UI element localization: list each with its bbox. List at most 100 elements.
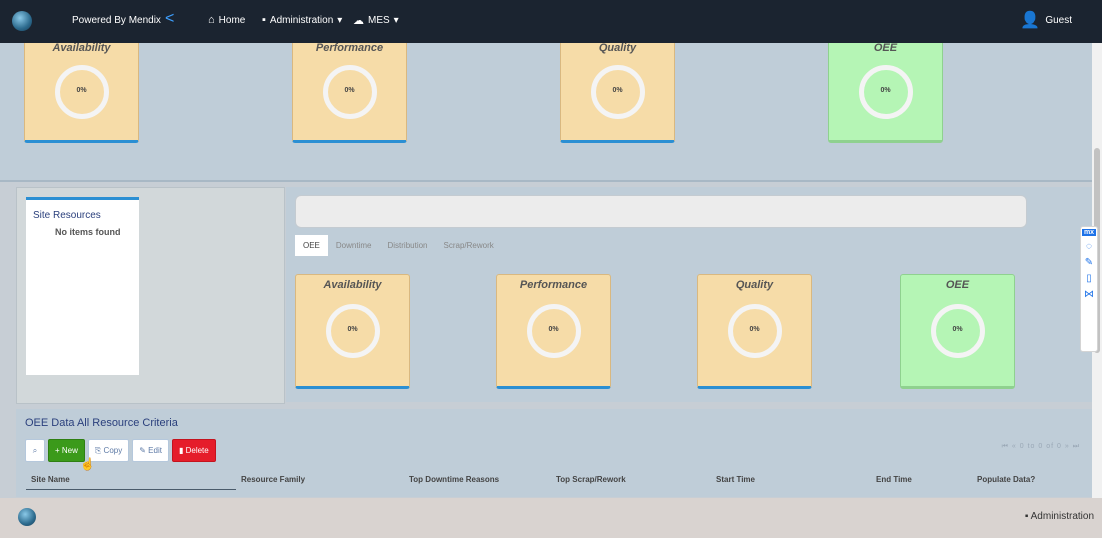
metric-card: Quality 0% <box>697 274 812 389</box>
gauge-ring: 0% <box>727 304 782 358</box>
gauge-ring: 0% <box>54 65 109 119</box>
metric-card: Performance 0% <box>496 274 611 389</box>
gauge-ring: 0% <box>590 65 645 119</box>
metric-title: Performance <box>519 279 588 291</box>
next-page-icon[interactable]: » <box>1065 443 1070 450</box>
nav-administration[interactable]: ▪ Administration ▾ <box>262 14 342 26</box>
sort-underline <box>26 489 236 490</box>
column-header[interactable]: End Time <box>876 475 912 484</box>
copy-label: Copy <box>103 446 123 455</box>
site-resources-panel: Site Resources No items found <box>16 187 285 404</box>
caret-down-icon: ▾ <box>337 14 343 26</box>
top-navbar: Powered By Mendix < ⌂ Home ▪ Administrat… <box>0 0 1102 43</box>
phone-icon[interactable]: ▯ <box>1081 273 1097 284</box>
home-icon: ⌂ <box>208 14 215 26</box>
pager: ⏮ « 0 to 0 of 0 » ⏭ <box>1002 443 1080 451</box>
new-label: New <box>61 446 78 455</box>
gauge-ring: 0% <box>325 304 380 358</box>
metric-title: Performance <box>315 43 384 54</box>
metric-card: Availability 0% <box>295 274 410 389</box>
mendix-logo[interactable] <box>18 508 36 526</box>
metric-title: Availability <box>52 43 111 54</box>
metric-tabs: OEE Downtime Distribution Scrap/Rework <box>295 235 502 256</box>
tab-downtime[interactable]: Downtime <box>328 235 380 256</box>
delete-button[interactable]: ▮ Delete <box>171 439 216 462</box>
mendix-dev-toolbar: mx ◌ ✎ ▯ ⋈ <box>1080 226 1098 352</box>
gauge-value: 0% <box>612 87 623 94</box>
column-header[interactable]: Resource Family <box>241 475 305 484</box>
caret-down-icon: ▾ <box>393 15 399 26</box>
nav-home-label: Home <box>218 14 246 26</box>
column-header[interactable]: Site Name <box>31 475 70 484</box>
pager-label: 0 to 0 of 0 <box>1019 443 1062 450</box>
metric-card-oee: OEE 0% <box>828 43 943 143</box>
metric-card: Availability 0% <box>24 43 139 143</box>
metric-title: Availability <box>323 279 382 291</box>
back-button[interactable]: < <box>165 10 174 28</box>
tab-scrap-rework[interactable]: Scrap/Rework <box>436 235 502 256</box>
trash-icon: ▮ <box>178 446 186 455</box>
gauge-value: 0% <box>548 326 559 333</box>
oee-data-grid: OEE Data All Resource Criteria ⌕ + New ⎘… <box>16 409 1092 497</box>
tab-distribution[interactable]: Distribution <box>379 235 435 256</box>
gauge-value: 0% <box>76 87 87 94</box>
share-icon[interactable]: ⋈ <box>1081 289 1097 300</box>
gauge-value: 0% <box>344 87 355 94</box>
user-icon[interactable]: 👤 <box>1020 10 1040 30</box>
mx-badge[interactable]: mx <box>1082 229 1096 236</box>
user-name[interactable]: Guest <box>1045 15 1072 26</box>
gauge-value: 0% <box>347 326 358 333</box>
site-section: Site Resources No items found OEE Downti… <box>16 187 1092 404</box>
resource-metrics-panel: OEE Downtime Distribution Scrap/Rework A… <box>286 187 1092 402</box>
metric-card-oee: OEE 0% <box>900 274 1015 389</box>
gauge-ring: 0% <box>322 65 377 119</box>
cloud-icon: ☁ <box>353 15 364 27</box>
gauge-value: 0% <box>749 326 760 333</box>
metric-title: OEE <box>873 43 898 54</box>
site-resources-title: Site Resources <box>33 210 101 221</box>
summary-band: Availability 0% Performance 0% Quality 0… <box>0 43 1092 182</box>
gauge-ring: 0% <box>526 304 581 358</box>
gauge-value: 0% <box>880 87 891 94</box>
nav-home[interactable]: ⌂ Home <box>208 14 245 26</box>
site-resources-list[interactable]: Site Resources No items found <box>26 197 139 375</box>
powered-by-label: Powered By Mendix <box>72 15 161 26</box>
column-header[interactable]: Top Scrap/Rework <box>556 475 626 484</box>
delete-label: Delete <box>185 446 209 455</box>
gauge-ring: 0% <box>858 65 913 119</box>
last-page-icon[interactable]: ⏭ <box>1073 443 1080 450</box>
gauge-ring: 0% <box>930 304 985 358</box>
footer-administration[interactable]: ▪ Administration <box>1025 511 1094 522</box>
gauge-value: 0% <box>952 326 963 333</box>
footer-bar: ▪ Administration <box>0 498 1102 538</box>
metric-title: Quality <box>735 279 774 291</box>
grid-title: OEE Data All Resource Criteria <box>25 417 178 429</box>
search-button[interactable]: ⌕ <box>25 439 45 462</box>
column-header[interactable]: Start Time <box>716 475 755 484</box>
resource-search-bar[interactable] <box>295 195 1027 228</box>
nav-mes[interactable]: ☁ MES ▾ <box>353 14 399 27</box>
tab-oee[interactable]: OEE <box>295 235 328 256</box>
footer-administration-label: Administration <box>1030 511 1094 522</box>
mendix-logo[interactable] <box>12 11 32 31</box>
empty-message: No items found <box>55 227 121 237</box>
copy-icon: ⎘ <box>94 446 104 455</box>
edit-button[interactable]: ✎ Edit <box>132 439 169 462</box>
pencil-icon[interactable]: ✎ <box>1081 257 1097 268</box>
metric-title: OEE <box>945 279 970 291</box>
column-header[interactable]: Populate Data? <box>977 475 1035 484</box>
search-icon: ⌕ <box>32 446 38 455</box>
nav-mes-label: MES <box>368 15 390 26</box>
grid-toolbar: ⌕ + New ⎘ Copy ✎ Edit ▮ Delete <box>25 439 216 462</box>
hand-cursor-icon: ☝ <box>80 457 95 471</box>
nav-administration-label: Administration <box>269 14 334 26</box>
column-header[interactable]: Top Downtime Reasons <box>409 475 499 484</box>
briefcase-icon: ▪ <box>262 14 266 26</box>
plus-icon: + <box>55 446 62 455</box>
chat-icon[interactable]: ◌ <box>1081 241 1097 252</box>
edit-label: Edit <box>148 446 162 455</box>
prev-page-icon[interactable]: « <box>1012 443 1017 450</box>
first-page-icon[interactable]: ⏮ <box>1002 443 1009 450</box>
metric-title: Quality <box>598 43 637 54</box>
grid-header-row: Site Name Resource Family Top Downtime R… <box>16 469 1092 490</box>
